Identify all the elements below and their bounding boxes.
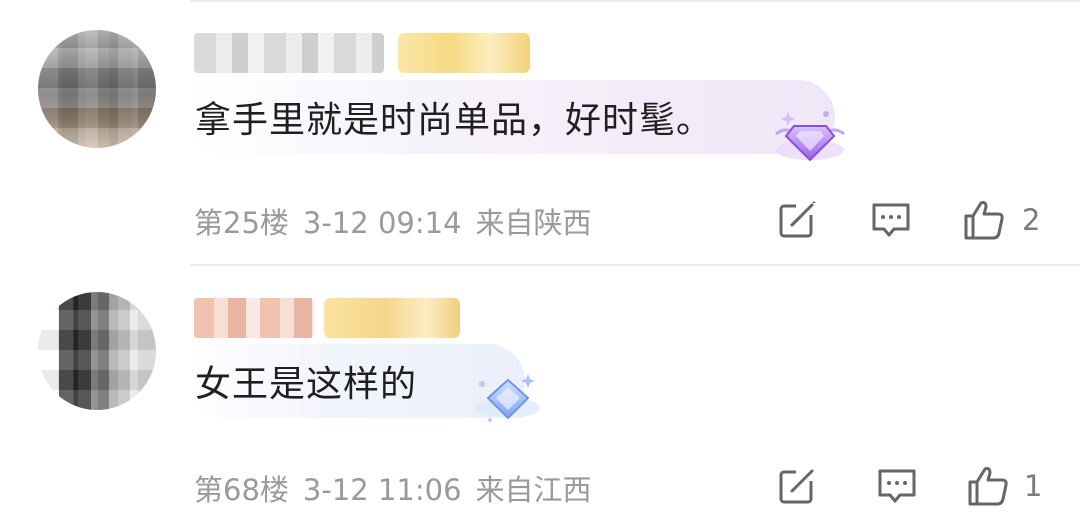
ip-location: 来自江西 <box>475 473 592 507</box>
comment-text: 女王是这样的 <box>195 364 418 405</box>
comment-bubble[interactable]: 拿手里就是时尚单品，好时髦。 <box>185 80 835 154</box>
user-level-badge <box>398 33 530 73</box>
username[interactable] <box>194 33 384 73</box>
comment-item: 女王是这样的 第68楼 3-12 11:06 来自江西 1 <box>0 266 1080 523</box>
comment-feed: 拿手里就是时尚单品，好时髦。 第25楼 3-12 09:14 来自陕西 2 女王… <box>0 0 1080 523</box>
like-icon <box>964 201 1004 240</box>
repost-icon <box>779 201 816 238</box>
comment-text: 拿手里就是时尚单品，好时髦。 <box>195 100 714 141</box>
like-count: 2 <box>1022 203 1041 237</box>
comment-meta: 第68楼 3-12 11:06 来自江西 <box>194 467 606 509</box>
floor-number: 第68楼 <box>194 473 289 507</box>
avatar[interactable] <box>38 292 156 410</box>
timestamp: 3-12 11:06 <box>302 473 462 507</box>
like-button[interactable]: 1 <box>966 466 1042 506</box>
floor-number: 第25楼 <box>194 206 289 240</box>
reply-button[interactable] <box>870 200 912 240</box>
reply-icon <box>878 469 916 503</box>
reply-icon <box>872 203 910 237</box>
ip-location: 来自陕西 <box>475 206 592 240</box>
like-count: 1 <box>1024 469 1043 503</box>
timestamp: 3-12 09:14 <box>302 206 462 240</box>
comment-meta: 第25楼 3-12 09:14 来自陕西 <box>194 200 606 242</box>
diamond-gem-icon <box>468 372 548 428</box>
repost-button[interactable] <box>778 200 818 240</box>
repost-button[interactable] <box>778 466 818 506</box>
diamond-gem-icon <box>770 104 850 168</box>
repost-icon <box>779 469 816 504</box>
comment-item: 拿手里就是时尚单品，好时髦。 第25楼 3-12 09:14 来自陕西 2 <box>0 0 1080 265</box>
avatar[interactable] <box>38 30 156 148</box>
like-button[interactable]: 2 <box>962 200 1040 240</box>
username[interactable] <box>194 298 314 338</box>
reply-button[interactable] <box>876 466 918 506</box>
user-level-badge <box>324 298 460 338</box>
like-icon <box>968 467 1008 506</box>
